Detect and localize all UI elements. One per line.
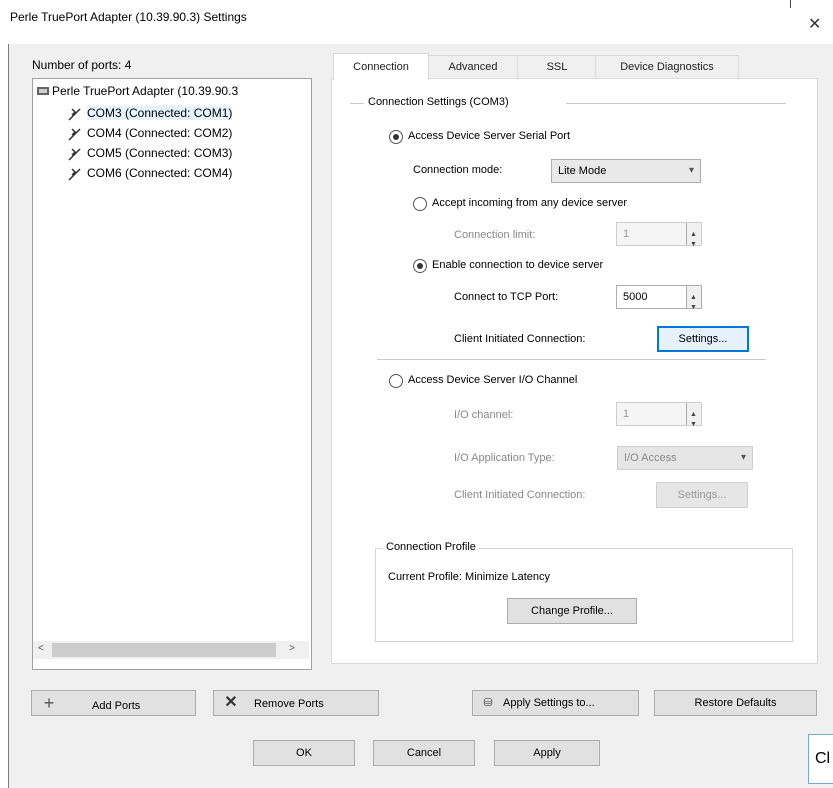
connection-mode-select[interactable]: Lite Mode ▾ — [551, 159, 701, 183]
io-app-type-select[interactable]: I/O Access ▾ — [617, 446, 753, 470]
connection-mode-value: Lite Mode — [558, 165, 607, 177]
connection-mode-label: Connection mode: — [413, 164, 503, 176]
io-client-initiated-label: Client Initiated Connection: — [454, 489, 586, 501]
io-channel-option-label[interactable]: Access Device Server I/O Channel — [408, 374, 577, 386]
connection-limit-label: Connection limit: — [454, 229, 536, 241]
add-ports-label: Add Ports — [92, 700, 141, 712]
change-profile-button[interactable]: Change Profile... — [507, 598, 637, 624]
io-channel-spinner[interactable]: 1 ▲ ▼ — [616, 402, 702, 428]
io-app-type-label: I/O Application Type: — [454, 452, 555, 464]
port-icon — [67, 146, 83, 165]
radio-accept-incoming[interactable] — [413, 197, 427, 211]
close-icon: ✕ — [224, 694, 238, 711]
scroll-right-arrow-icon[interactable]: > — [289, 643, 295, 654]
add-ports-button[interactable]: + Add Ports — [31, 690, 196, 716]
io-app-type-value: I/O Access — [624, 452, 677, 464]
connection-profile-title: Connection Profile — [383, 541, 479, 553]
ok-button[interactable]: OK — [253, 740, 355, 766]
apply-settings-to-label: Apply Settings to... — [503, 697, 595, 709]
port-icon — [67, 106, 83, 125]
settings-button[interactable]: Settings... — [657, 326, 749, 352]
io-settings-button[interactable]: Settings... — [656, 482, 748, 508]
connection-settings-group-title: Connection Settings (COM3) — [368, 96, 509, 108]
apply-button[interactable]: Apply — [494, 740, 600, 766]
port-icon — [67, 166, 83, 185]
io-channel-label: I/O channel: — [454, 409, 514, 421]
tab-device-diagnostics[interactable]: Device Diagnostics — [595, 55, 739, 78]
radio-serial-port[interactable] — [389, 130, 403, 144]
copy-settings-icon: ⛁ — [483, 697, 493, 709]
spinner-buttons[interactable]: ▲ ▼ — [686, 403, 701, 428]
restore-defaults-button[interactable]: Restore Defaults — [654, 690, 817, 716]
remove-ports-label: Remove Ports — [254, 698, 324, 710]
connection-profile-group — [375, 548, 793, 642]
scroll-thumb[interactable] — [52, 643, 276, 657]
port-icon — [67, 126, 83, 145]
accept-incoming-label[interactable]: Accept incoming from any device server — [432, 197, 627, 209]
number-of-ports-label: Number of ports: 4 — [32, 58, 132, 72]
io-channel-value: 1 — [623, 408, 630, 420]
chevron-down-icon: ▾ — [740, 452, 746, 463]
close-icon[interactable]: ✕ — [808, 14, 821, 34]
group-border — [350, 103, 364, 104]
group-border — [566, 103, 786, 104]
tcp-port-spinner[interactable]: 5000 ▲ ▼ — [616, 285, 702, 311]
radio-io-channel[interactable] — [389, 374, 403, 388]
spinner-buttons[interactable]: ▲ ▼ — [686, 286, 701, 311]
tcp-port-label: Connect to TCP Port: — [454, 291, 559, 303]
serial-port-option-label[interactable]: Access Device Server Serial Port — [408, 130, 570, 142]
client-initiated-label: Client Initiated Connection: — [454, 333, 586, 345]
remove-ports-button[interactable]: ✕ Remove Ports — [213, 690, 379, 716]
spinner-buttons[interactable]: ▲ ▼ — [686, 223, 701, 248]
tcp-port-value: 5000 — [623, 291, 648, 303]
separator — [377, 359, 766, 360]
tree-root-adapter[interactable]: Perle TruePort Adapter (10.39.90.3 — [52, 84, 238, 98]
enable-connection-label[interactable]: Enable connection to device server — [432, 259, 603, 271]
network-adapter-icon — [36, 84, 50, 98]
cancel-button[interactable]: Cancel — [373, 740, 475, 766]
tree-port-item[interactable]: COM3 (Connected: COM1) — [87, 106, 233, 120]
tab-advanced[interactable]: Advanced — [427, 55, 519, 78]
connection-limit-spinner[interactable]: 1 ▲ ▼ — [616, 222, 702, 248]
scroll-left-arrow-icon[interactable]: < — [38, 643, 44, 654]
tree-port-item[interactable]: COM5 (Connected: COM3) — [87, 146, 232, 160]
tree-port-item[interactable]: COM6 (Connected: COM4) — [87, 166, 232, 180]
radio-enable-connection[interactable] — [413, 259, 427, 273]
tree-port-item[interactable]: COM4 (Connected: COM2) — [87, 126, 232, 140]
overlapping-window-fragment: Cl — [808, 734, 833, 784]
current-profile-label: Current Profile: Minimize Latency — [388, 571, 551, 583]
tab-connection[interactable]: Connection — [333, 53, 429, 80]
tab-ssl[interactable]: SSL — [517, 55, 597, 78]
background-edge — [790, 0, 791, 8]
apply-settings-to-button[interactable]: ⛁ Apply Settings to... — [472, 690, 639, 716]
plus-icon: + — [43, 693, 55, 713]
chevron-down-icon: ▾ — [688, 165, 694, 176]
connection-limit-value: 1 — [623, 228, 630, 240]
window-title: Perle TruePort Adapter (10.39.90.3) Sett… — [10, 10, 247, 24]
